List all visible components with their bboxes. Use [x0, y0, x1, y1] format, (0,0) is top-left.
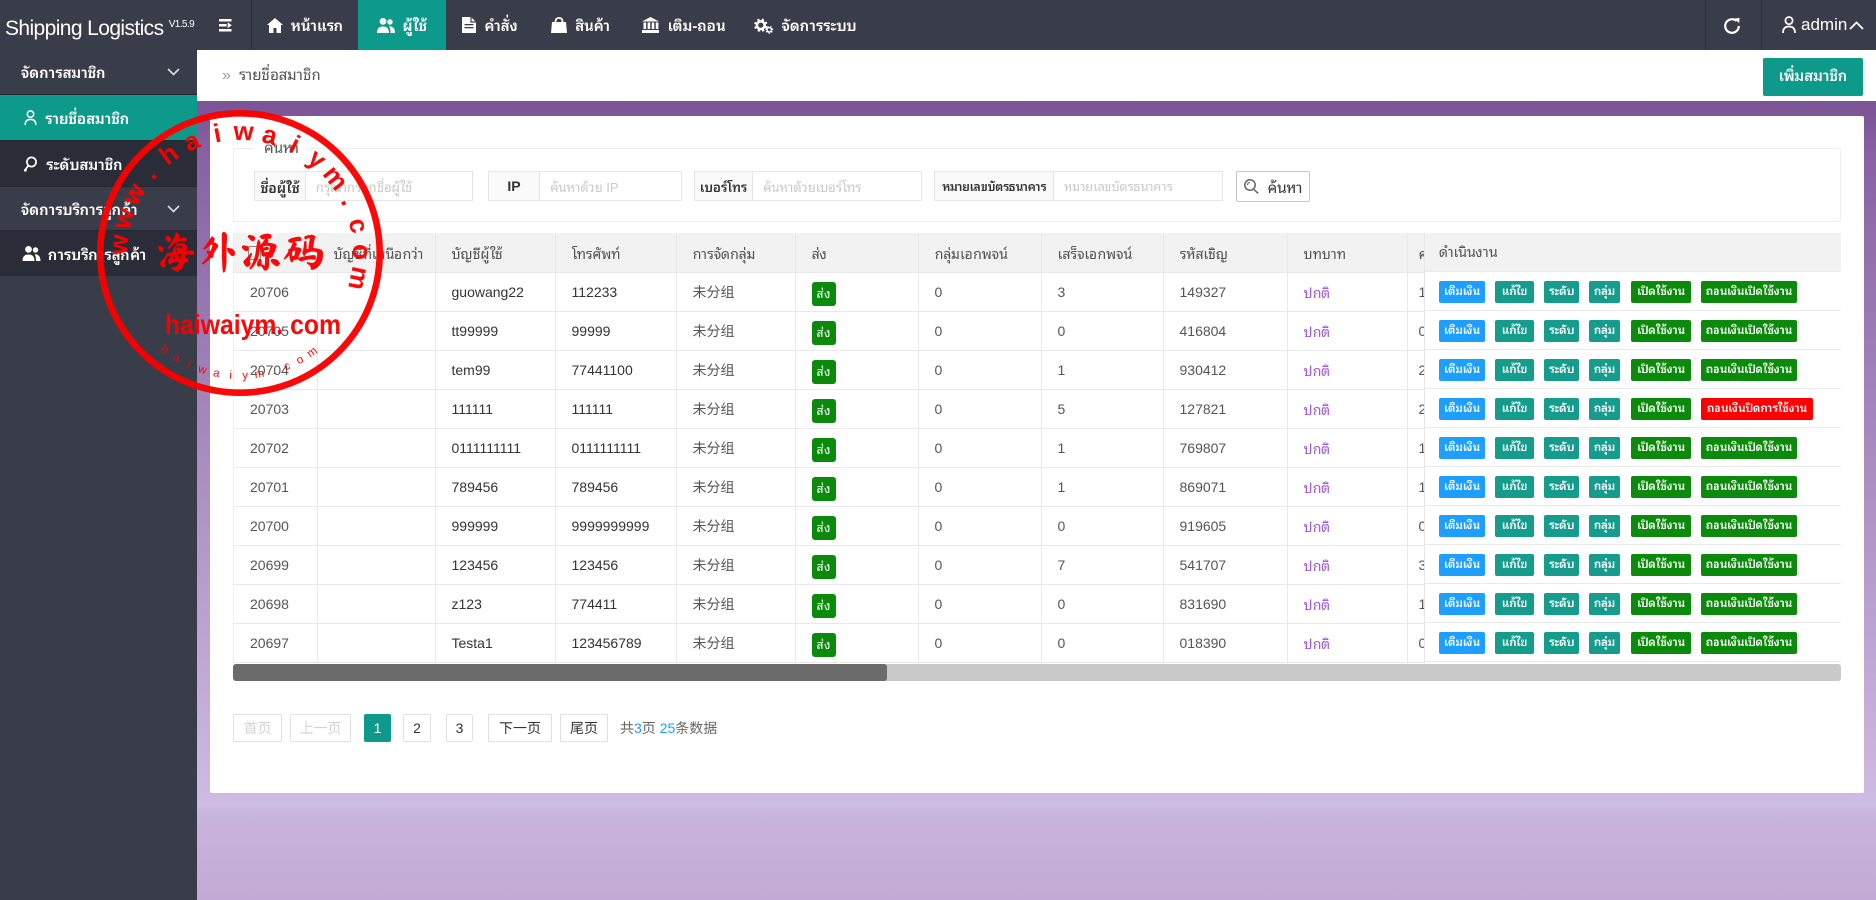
svg-text:.: . — [335, 191, 365, 210]
svg-text:i: i — [229, 370, 232, 382]
svg-text:a: a — [170, 351, 182, 365]
svg-text:i: i — [211, 118, 224, 149]
svg-text:.: . — [270, 365, 276, 377]
svg-text:h: h — [153, 137, 183, 171]
svg-text:w: w — [103, 233, 134, 257]
svg-text:w: w — [196, 363, 209, 377]
svg-text:a: a — [179, 124, 205, 157]
svg-text:i: i — [185, 359, 192, 371]
svg-text:m: m — [254, 368, 265, 381]
svg-text:w: w — [232, 116, 255, 147]
svg-text:y: y — [242, 370, 248, 382]
svg-text:.: . — [135, 159, 162, 184]
svg-text:a: a — [212, 367, 221, 380]
svg-text:c: c — [343, 215, 375, 236]
svg-text:o: o — [347, 244, 377, 260]
svg-text:h: h — [158, 343, 170, 356]
svg-text:m: m — [342, 264, 376, 293]
svg-text:a: a — [259, 118, 281, 151]
svg-text:w: w — [106, 204, 141, 234]
svg-text:o: o — [294, 353, 305, 367]
svg-text:m: m — [305, 345, 320, 360]
svg-text:海外源码: 海外源码 — [155, 231, 325, 273]
svg-text:haiwaiym. com: haiwaiym. com — [165, 309, 341, 340]
svg-text:i: i — [285, 129, 305, 159]
svg-text:c: c — [282, 360, 292, 373]
